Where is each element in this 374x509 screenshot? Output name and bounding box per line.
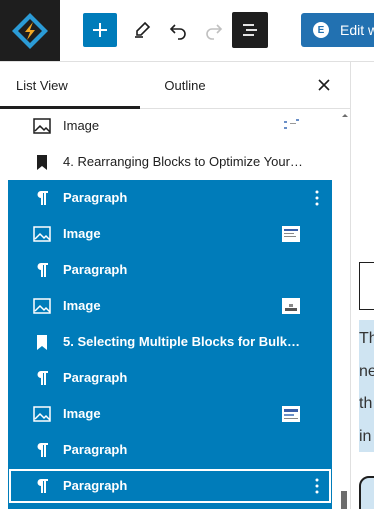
list-item[interactable]: Paragraph [8,252,332,288]
paragraph-icon [32,476,52,496]
list-item-label: Image [63,226,101,241]
paragraph-icon [32,188,52,208]
list-item[interactable]: 5. Selecting Multiple Blocks for Bulk Ed… [8,324,332,360]
paragraph-icon [32,368,52,388]
edit-with-label: Edit w [340,22,374,38]
wordpress-site-logo-icon [12,12,48,49]
editor-canvas[interactable]: Th ne th in [351,62,374,509]
list-item-label: Paragraph [63,442,128,457]
image-thumbnail [282,406,300,422]
image-thumbnail [282,118,300,134]
image-thumbnail [282,226,300,242]
elementor-icon: E [313,22,329,38]
edit-with-elementor-button[interactable]: E Edit w [301,13,374,47]
list-item[interactable]: Image [8,288,332,324]
canvas-text-line: ne [359,363,374,380]
image-icon [32,224,52,244]
image-icon [32,116,52,136]
pencil-icon [135,21,151,38]
tab-list-view-label: List View [16,77,68,93]
bookmark-icon [32,152,52,172]
list-item[interactable]: Paragraph [8,180,332,216]
block-list: Image 4. Rearranging Blocks to Optimize … [0,109,340,509]
scroll-up-arrow-icon[interactable] [341,111,349,121]
list-item-label: Image [63,298,101,313]
undo-icon [169,24,186,40]
bookmark-icon [32,332,52,352]
canvas-text-line: in [359,428,372,445]
more-vertical-icon [315,478,319,494]
tab-outline[interactable]: Outline [140,62,230,108]
canvas-text-line: th [359,395,373,412]
list-item-label: Paragraph [63,478,128,493]
list-item[interactable]: Image [8,109,332,144]
redo-button[interactable] [197,13,231,47]
site-logo[interactable] [0,0,60,61]
add-block-button[interactable] [83,13,117,47]
list-item[interactable]: Paragraph [8,468,332,504]
list-item-label: Paragraph [63,190,128,205]
list-item-label: Image [63,406,101,421]
image-icon [32,296,52,316]
tab-list-view[interactable]: List View [0,62,140,109]
canvas-block-outline [359,476,374,509]
tab-outline-label: Outline [164,77,206,93]
document-overview-button[interactable] [232,12,268,48]
list-item[interactable]: Image [8,396,332,432]
list-item[interactable]: 4. Rearranging Blocks to Optimize Your .… [8,144,332,180]
list-item[interactable]: Paragraph [8,432,332,468]
block-options-button[interactable] [308,189,326,207]
redo-icon [206,24,223,40]
canvas-text-line: Th [359,330,374,347]
panel-tabs: List View Outline [0,62,350,109]
editor-toolbar: E Edit w [0,0,374,62]
image-thumbnail [282,298,300,314]
more-vertical-icon [315,190,319,206]
list-item[interactable]: Image [8,216,332,252]
undo-button[interactable] [161,13,195,47]
canvas-block-outline [359,262,374,310]
tools-button[interactable] [125,13,159,47]
list-item-label: Paragraph [63,370,128,385]
list-item-label: Image [63,118,100,133]
plus-icon [93,23,107,37]
paragraph-icon [32,260,52,280]
block-options-button[interactable] [308,477,326,495]
scrollbar-thumb[interactable] [341,491,347,509]
paragraph-icon [32,440,52,460]
document-overview-panel: List View Outline Image 4. Rearranging B… [0,62,351,509]
list-item-label: 5. Selecting Multiple Blocks for Bulk Ed… [63,334,303,349]
list-item[interactable]: Paragraph [8,360,332,396]
list-item-label: 4. Rearranging Blocks to Optimize Your .… [63,154,303,169]
image-icon [32,404,52,424]
close-icon [318,79,330,91]
list-item-label: Paragraph [63,262,128,277]
list-view-icon [243,24,257,36]
close-panel-button[interactable] [312,73,336,97]
